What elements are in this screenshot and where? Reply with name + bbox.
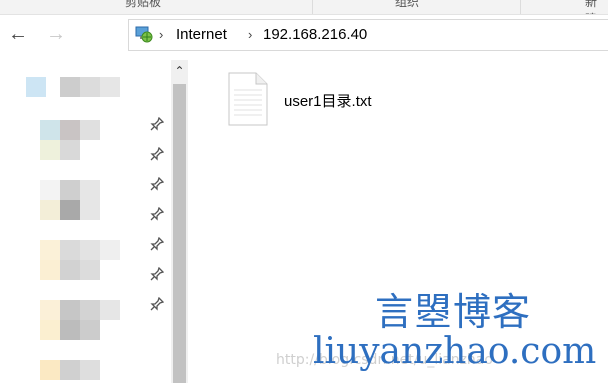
blurred-item	[80, 320, 100, 340]
blurred-item	[40, 240, 60, 260]
pin-icon[interactable]	[150, 207, 164, 221]
blurred-item	[40, 360, 60, 380]
back-arrow-icon[interactable]: ←	[6, 21, 30, 47]
watermark-title: 言曌博客	[375, 290, 532, 334]
ribbon-separator	[312, 0, 313, 14]
blurred-item	[40, 320, 60, 340]
blurred-item	[80, 300, 100, 320]
blurred-item	[80, 77, 100, 97]
blurred-item	[100, 240, 120, 260]
blurred-item	[80, 180, 100, 200]
blurred-item	[60, 180, 80, 200]
blurred-item	[60, 120, 80, 140]
blurred-item	[60, 200, 80, 220]
blurred-item	[80, 260, 100, 280]
blurred-item	[60, 360, 80, 380]
watermark-site: liuyanzhao.com	[313, 331, 597, 372]
ribbon-bar: 剪贴板 组织 新建	[0, 0, 608, 15]
blurred-item	[80, 200, 100, 220]
blurred-item	[80, 120, 100, 140]
ribbon-separator	[520, 0, 521, 14]
blurred-item	[60, 77, 80, 97]
breadcrumb-chevron-icon[interactable]: ›	[159, 26, 163, 44]
blurred-item	[60, 300, 80, 320]
blurred-item	[80, 240, 100, 260]
ribbon-group-organize: 组织	[395, 0, 420, 9]
pin-icon[interactable]	[150, 297, 164, 311]
blurred-item	[40, 180, 60, 200]
pin-icon[interactable]	[150, 267, 164, 281]
file-name[interactable]: user1目录.txt	[284, 90, 372, 111]
pin-icon[interactable]	[150, 177, 164, 191]
blurred-item	[40, 120, 60, 140]
blurred-item	[40, 300, 60, 320]
blurred-item	[26, 77, 46, 97]
blurred-item	[100, 77, 120, 97]
navigation-pane	[0, 55, 190, 383]
navigation-pane-scrollbar[interactable]: ⌃	[171, 60, 188, 383]
blurred-item	[60, 240, 80, 260]
file-item[interactable]: user1目录.txt	[224, 70, 424, 130]
blurred-item	[60, 320, 80, 340]
pin-icon[interactable]	[150, 237, 164, 251]
ribbon-group-clipboard: 剪贴板	[125, 0, 162, 9]
pin-icon[interactable]	[150, 147, 164, 161]
text-file-icon	[228, 72, 268, 126]
breadcrumb-host[interactable]: 192.168.216.40	[263, 26, 367, 44]
pin-icon[interactable]	[150, 117, 164, 131]
blurred-item	[60, 260, 80, 280]
scroll-up-chevron-icon[interactable]: ⌃	[171, 60, 188, 82]
blurred-item	[40, 260, 60, 280]
forward-arrow-icon[interactable]: →	[44, 21, 68, 47]
blurred-item	[100, 300, 120, 320]
breadcrumb-chevron-icon[interactable]: ›	[248, 26, 252, 44]
network-location-icon	[135, 26, 153, 43]
blurred-item	[40, 200, 60, 220]
ribbon-group-new: 新建	[585, 0, 598, 14]
scrollbar-thumb[interactable]	[173, 84, 186, 383]
breadcrumb-internet[interactable]: Internet	[176, 26, 227, 44]
blurred-item	[40, 140, 60, 160]
blurred-item	[80, 360, 100, 380]
blurred-item	[60, 140, 80, 160]
address-bar[interactable]: › Internet › 192.168.216.40	[128, 19, 608, 51]
